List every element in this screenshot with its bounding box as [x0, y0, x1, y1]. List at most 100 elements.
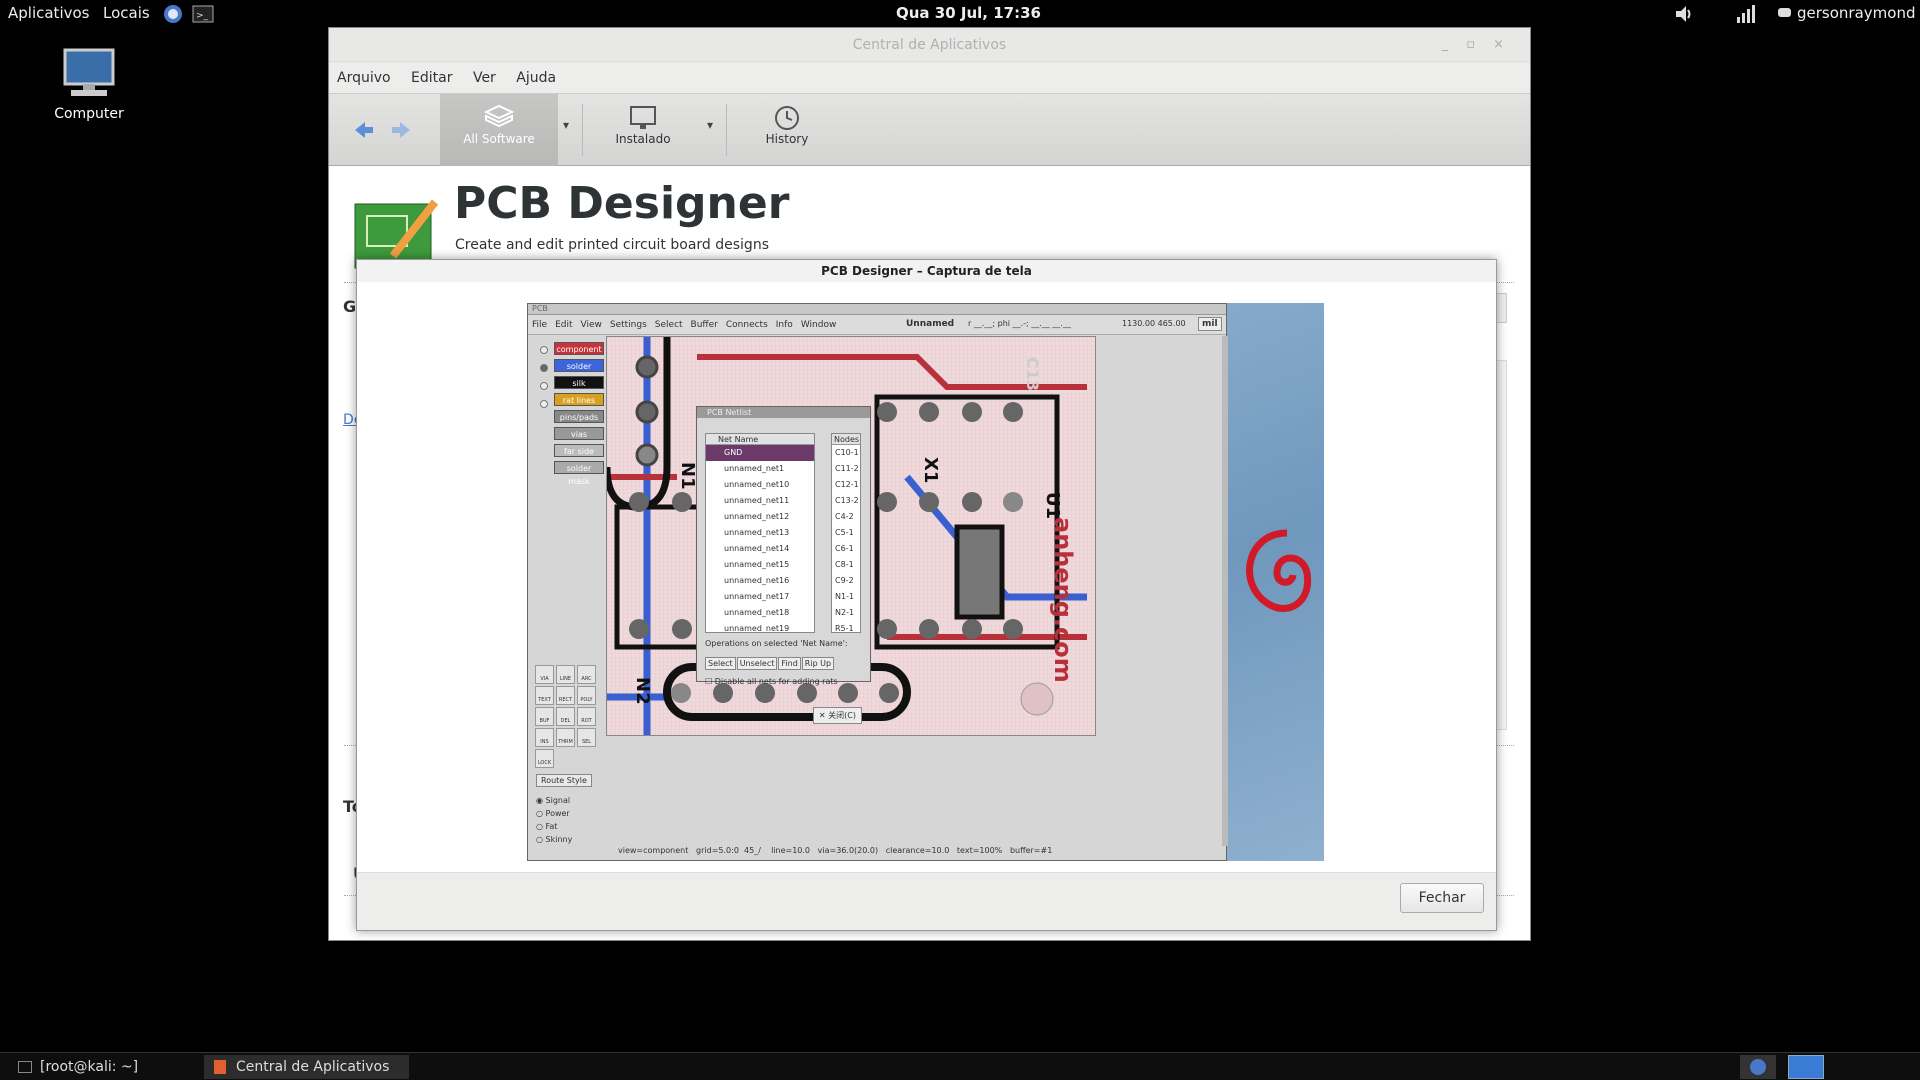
- desktop-computer-icon[interactable]: Computer: [50, 46, 128, 122]
- tool-sel[interactable]: SEL: [577, 728, 596, 747]
- node-item[interactable]: C12-1: [832, 477, 860, 493]
- pcb-titlebar[interactable]: PCB: [528, 304, 1226, 315]
- pcb-menu-select[interactable]: Select: [651, 315, 687, 335]
- taskbar-terminal[interactable]: [root@kali: ~]: [18, 1055, 138, 1079]
- tool-line[interactable]: LINE: [556, 665, 575, 684]
- network-icon[interactable]: [1735, 3, 1757, 25]
- pcb-menu-view[interactable]: View: [577, 315, 606, 335]
- tool-poly[interactable]: POLY: [577, 686, 596, 705]
- node-item[interactable]: C4-2: [832, 509, 860, 525]
- net-row[interactable]: unnamed_net11: [706, 493, 814, 509]
- minimize-icon[interactable]: _: [1442, 37, 1467, 52]
- chevron-down-icon[interactable]: ▾: [563, 118, 569, 132]
- node-item[interactable]: C6-1: [832, 541, 860, 557]
- layer-far-side[interactable]: far side: [554, 444, 604, 457]
- tool-text[interactable]: TEXT: [535, 686, 554, 705]
- browser-icon[interactable]: [162, 3, 184, 25]
- net-row[interactable]: unnamed_net15: [706, 557, 814, 573]
- node-item[interactable]: N1-1: [832, 589, 860, 605]
- layer-solder[interactable]: solder: [554, 359, 604, 372]
- pcb-menu-edit[interactable]: Edit: [551, 315, 576, 335]
- tool-buf[interactable]: BUF: [535, 707, 554, 726]
- net-row-selected[interactable]: GND: [706, 445, 814, 461]
- tab-all-software[interactable]: All Software: [440, 94, 558, 166]
- node-item[interactable]: C13-2: [832, 493, 860, 509]
- node-item[interactable]: C5-1: [832, 525, 860, 541]
- menu-ajuda[interactable]: Ajuda: [508, 62, 564, 94]
- net-row[interactable]: unnamed_net10: [706, 477, 814, 493]
- node-item[interactable]: C11-2: [832, 461, 860, 477]
- net-row[interactable]: unnamed_net19: [706, 621, 814, 632]
- node-list[interactable]: Nodes C10-1 C11-2 C12-1 C13-2 C4-2 C5-1 …: [831, 433, 861, 633]
- clock[interactable]: Qua 30 Jul, 17:36: [896, 4, 1041, 22]
- route-style-button[interactable]: Route Style: [536, 774, 592, 787]
- tool-rot[interactable]: ROT: [577, 707, 596, 726]
- netlist-close-button[interactable]: ✕ 关闭(C): [812, 707, 862, 724]
- net-row[interactable]: unnamed_net12: [706, 509, 814, 525]
- back-icon[interactable]: [353, 120, 375, 140]
- net-row[interactable]: unnamed_net14: [706, 541, 814, 557]
- netlist-ripup-button[interactable]: Rip Up: [801, 657, 835, 670]
- layer-solder-mask[interactable]: solder mask: [554, 461, 604, 486]
- net-row[interactable]: unnamed_net1: [706, 461, 814, 477]
- pcb-menu-settings[interactable]: Settings: [606, 315, 651, 335]
- node-item[interactable]: R5-1: [832, 621, 860, 632]
- pcb-menu-file[interactable]: File: [528, 315, 551, 335]
- workspace-1[interactable]: [1740, 1055, 1776, 1079]
- menu-ver[interactable]: Ver: [465, 62, 504, 94]
- places-menu[interactable]: Locais: [103, 4, 150, 22]
- tab-installed[interactable]: Instalado: [584, 94, 702, 166]
- node-item[interactable]: C8-1: [832, 557, 860, 573]
- pcb-menu-buffer[interactable]: Buffer: [687, 315, 722, 335]
- layer-component[interactable]: component: [554, 342, 604, 355]
- close-dialog-button[interactable]: Fechar: [1400, 883, 1484, 913]
- applications-menu[interactable]: Aplicativos: [8, 4, 89, 22]
- maximize-icon[interactable]: ▫: [1466, 37, 1493, 52]
- tool-via[interactable]: VIA: [535, 665, 554, 684]
- menu-editar[interactable]: Editar: [403, 62, 460, 94]
- terminal-icon[interactable]: >_: [192, 3, 214, 25]
- layer-pins-pads[interactable]: pins/pads: [554, 410, 604, 423]
- tool-thrm[interactable]: THRM: [556, 728, 575, 747]
- tool-del[interactable]: DEL: [556, 707, 575, 726]
- window-titlebar[interactable]: Central de Aplicativos _▫×: [329, 28, 1530, 62]
- volume-icon[interactable]: [1673, 3, 1695, 25]
- node-item[interactable]: N2-1: [832, 605, 860, 621]
- tool-arc[interactable]: ARC: [577, 665, 596, 684]
- pcb-menu-window[interactable]: Window: [797, 315, 841, 335]
- layer-rat-lines[interactable]: rat lines: [554, 393, 604, 406]
- layer-silk[interactable]: silk: [554, 376, 604, 389]
- route-fat[interactable]: ○ Fat: [536, 822, 592, 831]
- net-row[interactable]: unnamed_net18: [706, 605, 814, 621]
- netlist-unselect-button[interactable]: Unselect: [736, 657, 778, 670]
- layer-vias[interactable]: vias: [554, 427, 604, 440]
- route-signal[interactable]: ◉ Signal: [536, 796, 592, 805]
- workspace-2[interactable]: [1788, 1055, 1824, 1079]
- tab-history[interactable]: History: [728, 94, 846, 166]
- nodes-header[interactable]: Nodes: [832, 434, 860, 445]
- node-item[interactable]: C9-2: [832, 573, 860, 589]
- chat-icon[interactable]: [1777, 3, 1793, 25]
- forward-icon[interactable]: [390, 120, 412, 140]
- chevron-down-icon[interactable]: ▾: [707, 118, 713, 132]
- pcb-units-button[interactable]: mil: [1198, 317, 1222, 331]
- pcb-vertical-scrollbar[interactable]: [1222, 336, 1228, 846]
- net-name-header[interactable]: Net Name: [706, 434, 814, 445]
- net-name-list[interactable]: Net Name GND unnamed_net1 unnamed_net10 …: [705, 433, 815, 633]
- taskbar-software-center[interactable]: Central de Aplicativos: [204, 1055, 410, 1079]
- tool-lock[interactable]: LOCK: [535, 749, 554, 768]
- route-power[interactable]: ○ Power: [536, 809, 592, 818]
- pcb-menu-connects[interactable]: Connects: [722, 315, 772, 335]
- close-icon[interactable]: ×: [1493, 37, 1522, 52]
- net-row[interactable]: unnamed_net16: [706, 573, 814, 589]
- menu-arquivo[interactable]: Arquivo: [329, 62, 399, 94]
- netlist-select-button[interactable]: Select: [705, 657, 736, 670]
- disable-rats-checkbox[interactable]: ☐ Disable all nets for adding rats: [705, 677, 838, 686]
- tool-ins[interactable]: INS: [535, 728, 554, 747]
- net-row[interactable]: unnamed_net13: [706, 525, 814, 541]
- user-menu[interactable]: gersonraymond: [1797, 4, 1915, 22]
- netlist-find-button[interactable]: Find: [778, 657, 801, 670]
- route-skinny[interactable]: ○ Skinny: [536, 835, 592, 844]
- pcb-menu-info[interactable]: Info: [772, 315, 797, 335]
- netlist-titlebar[interactable]: PCB Netlist: [697, 407, 870, 418]
